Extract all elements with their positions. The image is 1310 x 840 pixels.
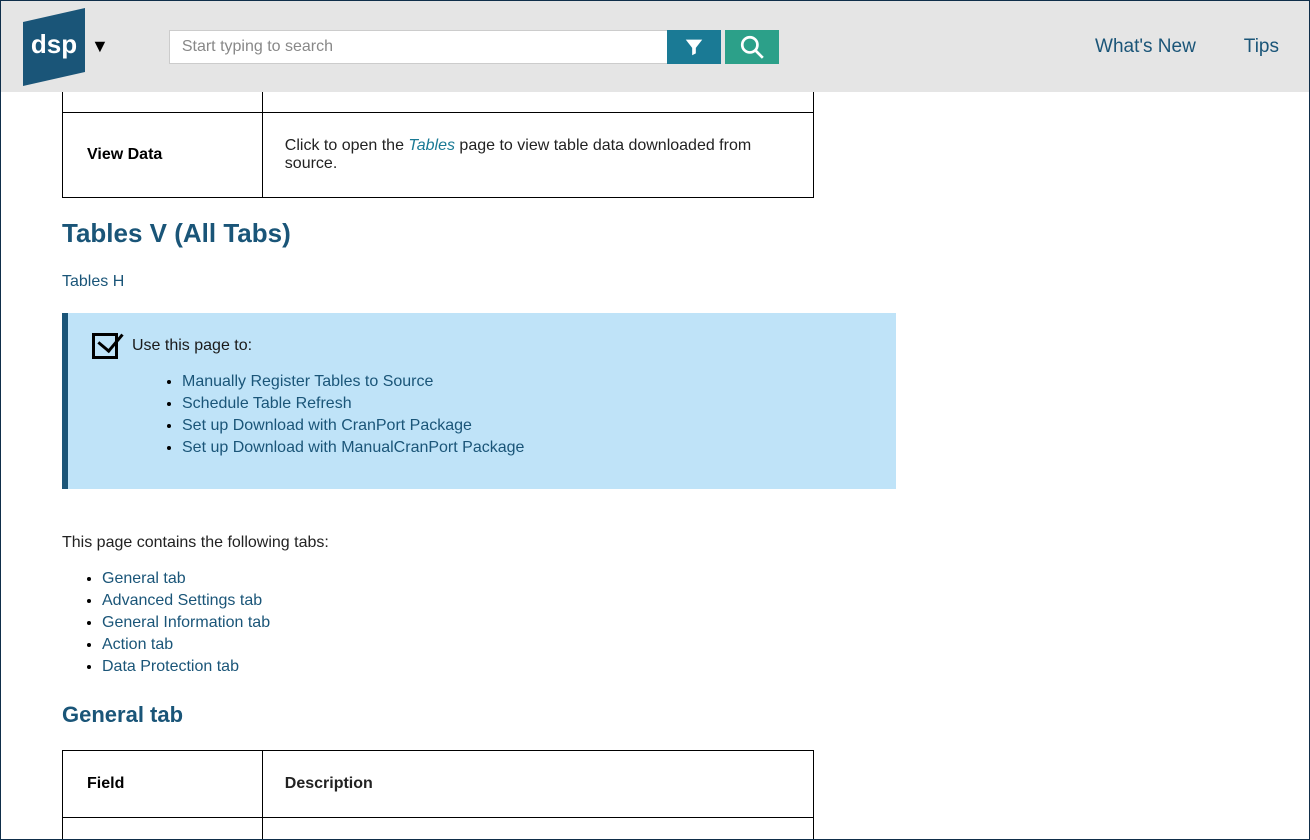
tabs-paragraph: This page contains the following tabs:: [62, 534, 1309, 552]
list-item: Schedule Table Refresh: [182, 395, 872, 413]
heading-tables-v: Tables V (All Tabs): [62, 218, 1309, 249]
note-link-1[interactable]: Schedule Table Refresh: [182, 395, 352, 412]
header-field: Field: [63, 751, 263, 818]
tables-link[interactable]: Tables: [408, 137, 455, 154]
cell-field: View Data: [63, 113, 263, 198]
cell-desc: Click to build a package to download act…: [262, 818, 813, 840]
whats-new-link[interactable]: What's New: [1095, 36, 1196, 58]
note-link-0[interactable]: Manually Register Tables to Source: [182, 373, 433, 390]
table-row: View Data Click to open the Tables page …: [63, 113, 814, 198]
main-content: Indices Click to open the Table (Indices…: [1, 92, 1309, 839]
note-link-2[interactable]: Set up Download with CranPort Package: [182, 417, 472, 434]
search-group: [169, 30, 779, 64]
dsp-logo[interactable]: dsp: [23, 8, 85, 86]
tips-link[interactable]: Tips: [1244, 36, 1279, 58]
filter-button[interactable]: [667, 30, 721, 64]
table-row: Indices Click to open the Table (Indices…: [63, 92, 814, 113]
tab-link-0[interactable]: General tab: [102, 570, 186, 587]
tables-h-link[interactable]: Tables H: [62, 273, 124, 291]
tabs-list: General tab Advanced Settings tab Genera…: [102, 570, 1309, 676]
table-row: Field Description: [63, 751, 814, 818]
heading-general-tab: General tab: [62, 702, 1309, 728]
top-links: What's New Tips: [1095, 36, 1279, 58]
list-item: Set up Download with ManualCranPort Pack…: [182, 439, 872, 457]
list-item: Manually Register Tables to Source: [182, 373, 872, 391]
tab-link-2[interactable]: General Information tab: [102, 614, 270, 631]
note-lead: Use this page to:: [132, 337, 252, 355]
tab-link-3[interactable]: Action tab: [102, 636, 173, 653]
upper-table: Indices Click to open the Table (Indices…: [62, 92, 814, 198]
note-box: Use this page to: Manually Register Tabl…: [62, 313, 896, 489]
magnifier-icon: [739, 34, 765, 60]
list-item: General Information tab: [102, 614, 1309, 632]
list-item: General tab: [102, 570, 1309, 588]
note-link-3[interactable]: Set up Download with ManualCranPort Pack…: [182, 439, 524, 456]
list-item: Data Protection tab: [102, 658, 1309, 676]
list-item: Action tab: [102, 636, 1309, 654]
note-list: Manually Register Tables to Source Sched…: [182, 373, 872, 457]
search-button[interactable]: [725, 30, 779, 64]
funnel-icon: [683, 36, 705, 58]
cell-desc: Click to open the Tables page to view ta…: [262, 113, 813, 198]
logo-wrap: dsp ▼: [23, 8, 109, 86]
dropdown-caret-icon[interactable]: ▼: [91, 36, 109, 57]
table-row: Click to build a package to download act…: [63, 818, 814, 840]
list-item: Set up Download with CranPort Package: [182, 417, 872, 435]
list-item: Advanced Settings tab: [102, 592, 1309, 610]
tab-link-4[interactable]: Data Protection tab: [102, 658, 239, 675]
svg-text:dsp: dsp: [31, 29, 77, 59]
general-tab-table: Field Description Click to build a packa…: [62, 750, 814, 839]
cell-desc: Click to open the Table (Indices) page t…: [262, 92, 813, 113]
header-desc: Description: [262, 751, 813, 818]
tab-link-1[interactable]: Advanced Settings tab: [102, 592, 262, 609]
search-input[interactable]: [169, 30, 667, 64]
cell-field: Indices: [63, 92, 263, 113]
cell-field: [63, 818, 263, 840]
topbar: dsp ▼ What's New Tips: [1, 1, 1309, 92]
checkbox-icon: [92, 333, 118, 359]
